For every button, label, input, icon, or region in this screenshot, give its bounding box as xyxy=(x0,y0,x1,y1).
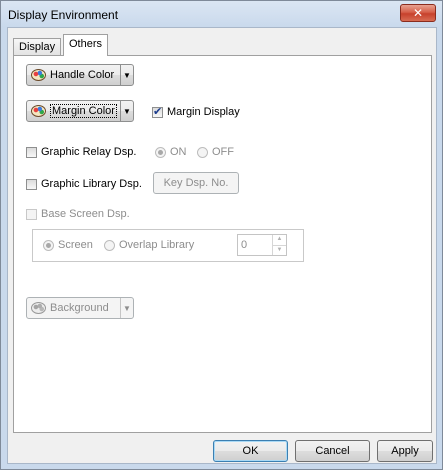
chevron-down-icon: ▼ xyxy=(123,70,131,80)
graphic-library-checkbox[interactable]: Graphic Library Dsp. xyxy=(26,178,142,190)
handle-color-label: Handle Color xyxy=(50,69,115,81)
palette-icon xyxy=(31,302,46,314)
margin-color-label: Margin Color xyxy=(50,104,117,118)
overlap-library-label: Overlap Library xyxy=(119,239,195,251)
margin-color-main[interactable]: Margin Color xyxy=(27,101,120,121)
ok-button[interactable]: OK xyxy=(213,440,288,462)
graphic-relay-label: Graphic Relay Dsp. xyxy=(41,146,137,158)
checkbox-icon[interactable] xyxy=(26,208,37,220)
margin-color-button[interactable]: Margin Color ▼ xyxy=(26,100,134,122)
cancel-button[interactable]: Cancel xyxy=(295,440,370,462)
palette-icon xyxy=(31,105,46,117)
margin-display-checkbox[interactable]: Margin Display xyxy=(152,105,240,118)
relay-off-radio[interactable]: OFF xyxy=(197,146,234,158)
screen-radio[interactable]: Screen xyxy=(43,239,93,251)
relay-on-label: ON xyxy=(170,146,187,158)
handle-color-dropdown-arrow[interactable]: ▼ xyxy=(120,65,133,85)
number-input[interactable]: 0 xyxy=(238,235,272,255)
margin-display-label: Margin Display xyxy=(167,106,240,118)
dialog-client-area: Display Others Handle Color ▼ Margin Col xyxy=(7,27,437,464)
checkbox-checked-icon[interactable] xyxy=(152,105,163,118)
margin-color-dropdown-arrow[interactable]: ▼ xyxy=(120,101,133,121)
radio-selected-icon[interactable] xyxy=(43,239,54,251)
spin-down-icon[interactable]: ▼ xyxy=(272,244,286,255)
spinner-arrows[interactable]: ▲ ▼ xyxy=(272,235,286,255)
tab-display[interactable]: Display xyxy=(13,38,62,55)
chevron-down-icon: ▼ xyxy=(123,303,131,313)
relay-on-radio[interactable]: ON xyxy=(155,146,187,158)
tab-others[interactable]: Others xyxy=(63,34,109,56)
window-title: Display Environment xyxy=(8,8,119,22)
graphic-library-label: Graphic Library Dsp. xyxy=(41,178,142,190)
title-bar[interactable]: Display Environment ✕ xyxy=(1,1,442,27)
palette-icon xyxy=(31,69,46,81)
ok-label: OK xyxy=(242,445,259,457)
close-icon: ✕ xyxy=(412,6,424,20)
tab-others-label: Others xyxy=(69,38,103,50)
close-button[interactable]: ✕ xyxy=(400,4,436,22)
spin-up-icon[interactable]: ▲ xyxy=(272,235,286,245)
base-screen-checkbox[interactable]: Base Screen Dsp. xyxy=(26,208,130,220)
handle-color-button[interactable]: Handle Color ▼ xyxy=(26,64,134,86)
number-spinner[interactable]: 0 ▲ ▼ xyxy=(237,234,287,256)
handle-color-main[interactable]: Handle Color xyxy=(27,65,120,85)
relay-off-label: OFF xyxy=(212,146,234,158)
key-dsp-no-label: Key Dsp. No. xyxy=(163,177,229,189)
apply-button[interactable]: Apply xyxy=(377,440,433,462)
graphic-relay-checkbox[interactable]: Graphic Relay Dsp. xyxy=(26,146,136,158)
chevron-down-icon: ▼ xyxy=(123,106,131,116)
radio-icon[interactable] xyxy=(197,146,208,158)
base-screen-label: Base Screen Dsp. xyxy=(41,208,130,220)
background-dropdown-arrow[interactable]: ▼ xyxy=(120,298,133,318)
radio-icon[interactable] xyxy=(104,239,115,251)
background-label: Background xyxy=(50,302,109,314)
dialog-window: Display Environment ✕ Display Others Han… xyxy=(0,0,443,470)
key-dsp-no-button[interactable]: Key Dsp. No. xyxy=(153,172,239,194)
overlap-library-radio[interactable]: Overlap Library xyxy=(104,239,194,251)
screen-source-group: Screen Overlap Library 0 ▲ ▼ xyxy=(32,229,304,262)
radio-selected-icon[interactable] xyxy=(155,146,166,158)
checkbox-icon[interactable] xyxy=(26,146,37,158)
screen-radio-label: Screen xyxy=(58,239,93,251)
tab-display-label: Display xyxy=(19,41,56,53)
background-main[interactable]: Background xyxy=(27,298,120,318)
others-tab-panel: Handle Color ▼ Margin Color ▼ Margi xyxy=(13,55,432,433)
apply-label: Apply xyxy=(391,445,419,457)
checkbox-icon[interactable] xyxy=(26,178,37,190)
background-button[interactable]: Background ▼ xyxy=(26,297,134,319)
cancel-label: Cancel xyxy=(315,445,350,457)
